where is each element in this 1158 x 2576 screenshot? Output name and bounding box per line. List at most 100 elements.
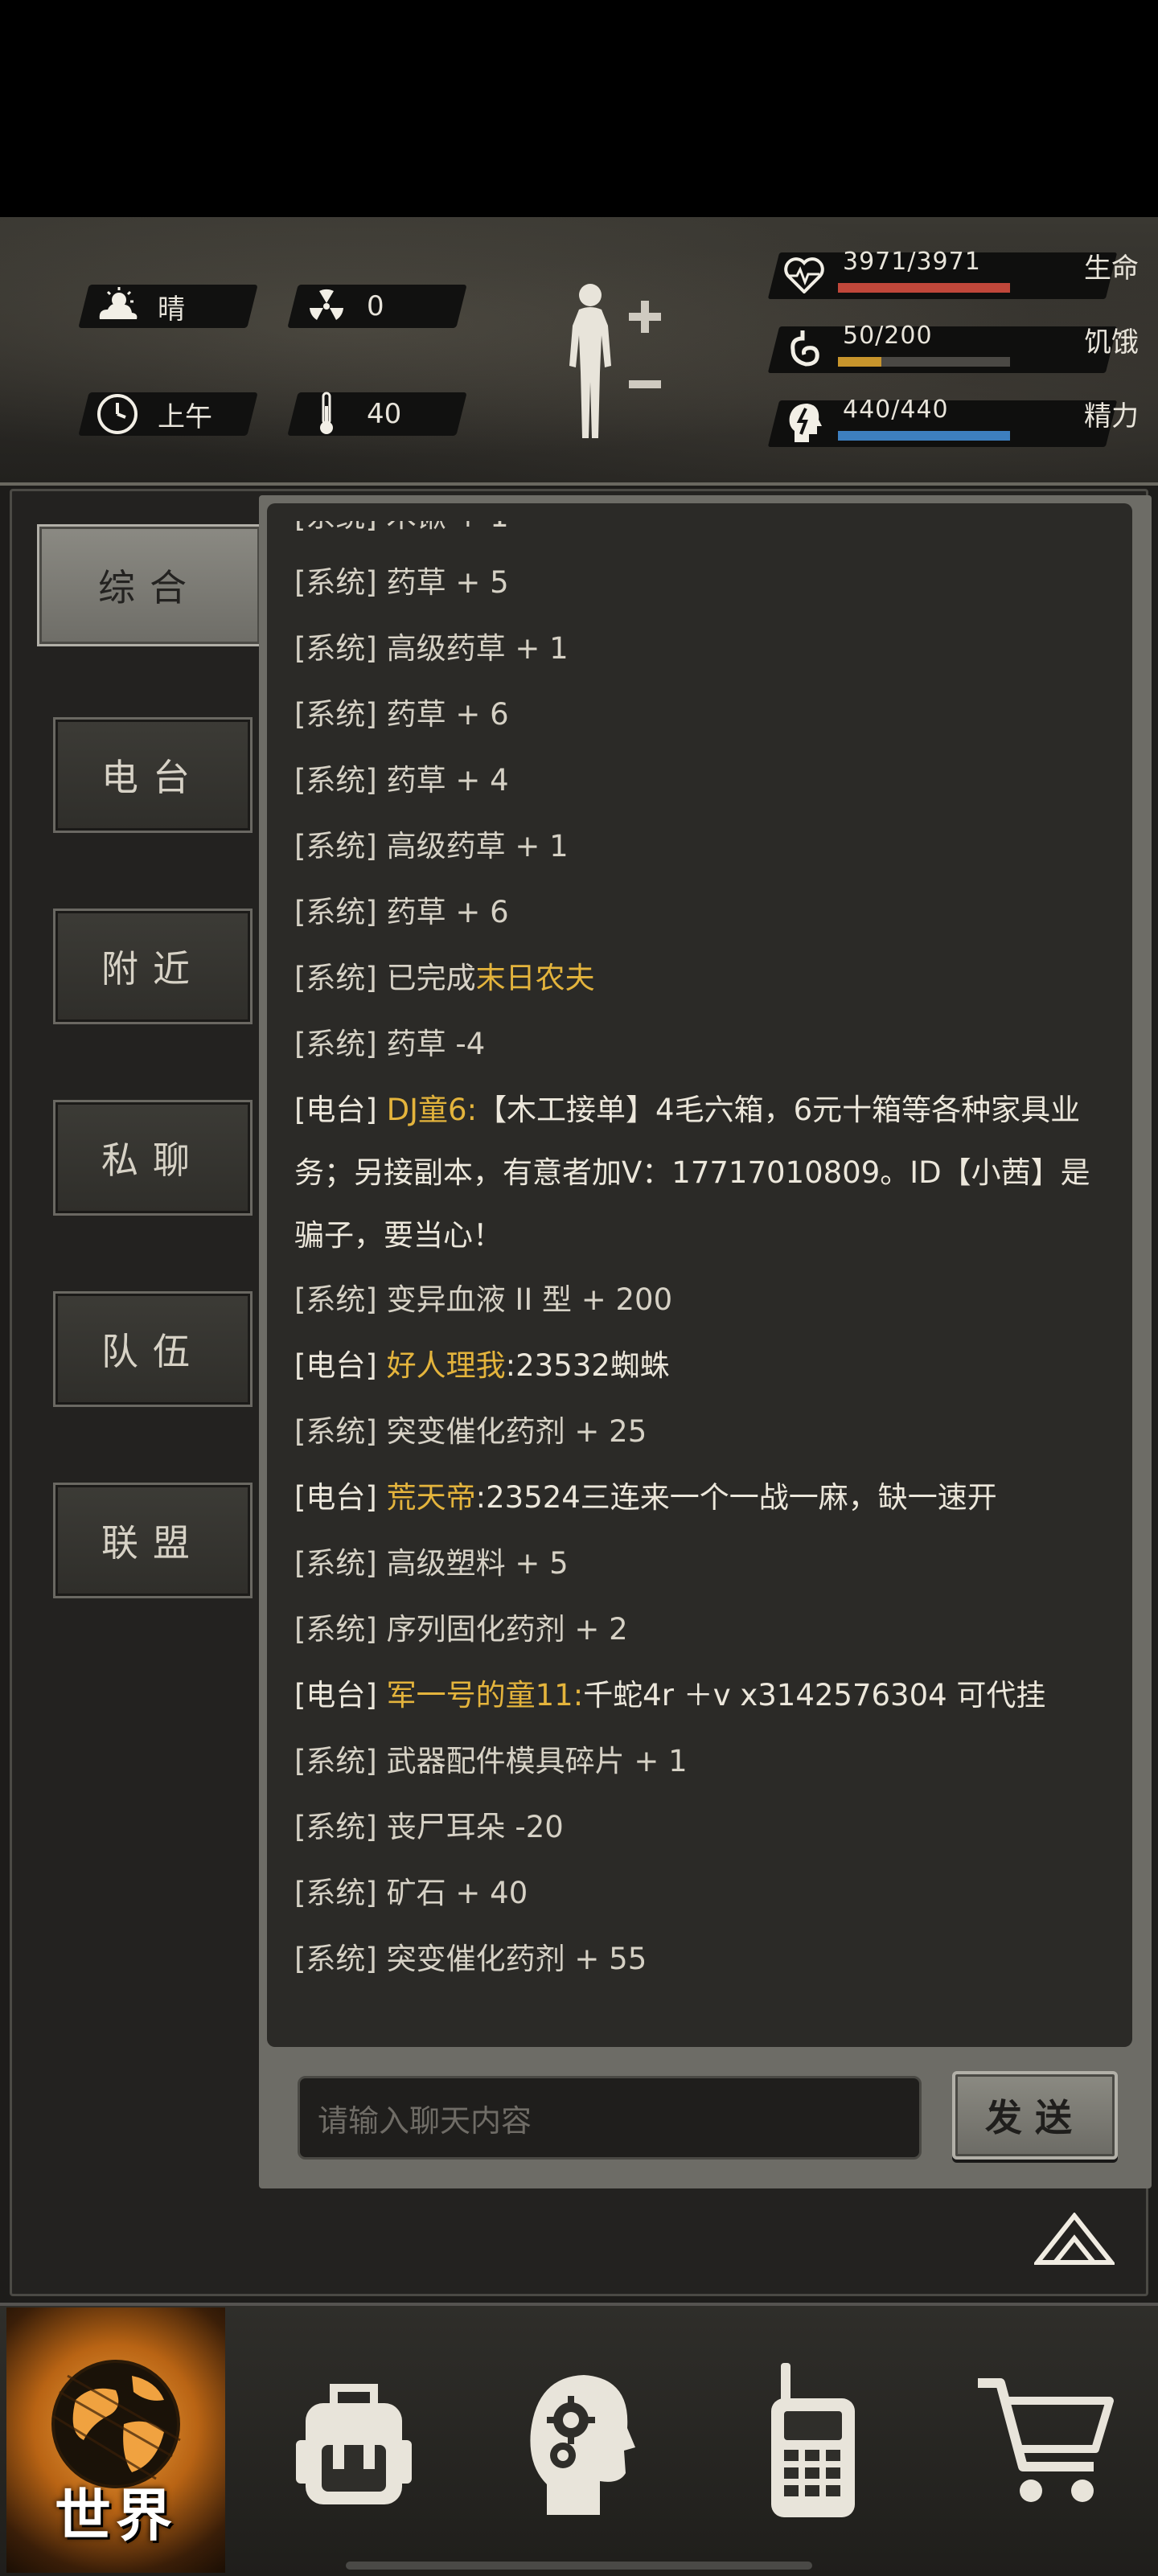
send-button[interactable]: 发送 <box>952 2071 1118 2160</box>
tab-alliance[interactable]: 联盟 <box>53 1483 253 1598</box>
backpack-icon <box>296 2384 412 2504</box>
message-text: 药草 + 4 <box>386 763 509 798</box>
message-text: 矿石 + 40 <box>386 1876 528 1910</box>
message-tag: [系统] <box>294 1810 377 1844</box>
message-tag: [系统] <box>294 961 377 995</box>
chat-message: [系统] 高级药草 + 1 <box>294 616 1115 682</box>
energy-bar <box>838 431 1010 441</box>
nav-backpack-button[interactable] <box>257 2307 450 2573</box>
message-text: :23524三连来一个一战一麻，缺一速开 <box>475 1480 997 1515</box>
tab-team[interactable]: 队伍 <box>53 1291 253 1407</box>
message-text: 高级药草 + 1 <box>386 829 569 863</box>
message-tag: [系统] <box>294 1546 377 1581</box>
chat-message-radio: [电台] DJ童6:【木工接单】4毛六箱，6元十箱等各种家具业务；另接副本，有意… <box>294 1077 1115 1267</box>
health-stat: 3971/3971 生命 <box>767 246 1144 302</box>
message-text: 高级药草 + 1 <box>386 631 569 666</box>
minus-icon <box>629 380 661 388</box>
energy-value: 440/440 <box>843 396 949 424</box>
message-text: 药草 + 5 <box>386 565 509 600</box>
message-tag: [系统] <box>294 763 377 798</box>
hunger-bar-fill <box>838 357 881 367</box>
chat-message: [系统] 矿石 + 40 <box>294 1860 1115 1926</box>
message-text: 丧尸耳朵 -20 <box>386 1810 564 1844</box>
stomach-icon <box>782 325 827 373</box>
quest-name-highlight[interactable]: 末日农夫 <box>476 961 595 995</box>
sender-name[interactable]: 荒天帝 <box>387 1480 476 1515</box>
health-bar <box>838 283 1010 293</box>
message-text: 突变催化药剂 + 25 <box>386 1414 647 1449</box>
message-text: 武器配件模具碎片 + 1 <box>386 1744 688 1778</box>
message-tag: [系统] <box>294 1414 377 1449</box>
message-text: 高级塑料 + 5 <box>386 1546 569 1581</box>
tab-general[interactable]: 综合 <box>37 524 262 646</box>
chat-message-radio: [电台] 军一号的童11:千蛇4r ＋v x3142576304 可代挂 <box>294 1663 1115 1729</box>
chat-message: [系统] 药草 + 6 <box>294 880 1115 945</box>
sender-name[interactable]: DJ童6: <box>387 1093 477 1127</box>
temperature-value: 40 <box>367 398 402 430</box>
message-text: 木锹 + 1 <box>387 521 509 534</box>
health-value: 3971/3971 <box>843 248 981 276</box>
nav-shop-button[interactable] <box>949 2307 1142 2573</box>
health-label: 生命 <box>1084 252 1139 285</box>
chat-message: [系统] 药草 + 5 <box>294 550 1115 616</box>
radiation-icon <box>304 284 349 329</box>
shopping-cart-icon <box>978 2378 1114 2502</box>
message-tag: [系统] <box>294 1612 377 1647</box>
tab-nearby[interactable]: 附近 <box>53 909 253 1024</box>
hunger-stat: 50/200 饥饿 <box>767 320 1144 376</box>
weather-label: 晴 <box>158 293 185 326</box>
chat-log[interactable]: [系统] 木锹 + 1 [系统] 药草 + 5 [系统] 高级药草 + 1 [系… <box>294 521 1115 2032</box>
heart-pulse-icon <box>782 251 827 299</box>
tab-radio[interactable]: 电台 <box>53 717 253 833</box>
message-text: 突变催化药剂 + 55 <box>386 1942 647 1976</box>
time-chip: 上午 <box>95 392 212 436</box>
nav-world-button[interactable]: 世界 <box>6 2307 225 2573</box>
thermometer-icon <box>304 392 349 437</box>
message-tag: [系统] <box>294 1744 377 1778</box>
message-text: :23532蜘蛛 <box>505 1348 670 1383</box>
chat-message: [系统] 丧尸耳朵 -20 <box>294 1795 1115 1860</box>
chat-message: [系统] 变异血液 II 型 + 200 <box>294 1267 1115 1333</box>
nav-world-label: 世界 <box>55 2483 177 2549</box>
message-tag: [系统] <box>294 1876 377 1910</box>
chat-message-radio: [电台] 荒天帝:23524三连来一个一战一麻，缺一速开 <box>294 1465 1115 1531</box>
sender-name[interactable]: 军一号的童11: <box>387 1678 584 1713</box>
tab-private[interactable]: 私聊 <box>53 1100 253 1216</box>
message-text: 已完成 <box>386 961 476 995</box>
nav-radio-button[interactable] <box>716 2307 909 2573</box>
message-tag: [电台] <box>294 1348 377 1383</box>
hunger-label: 饥饿 <box>1084 326 1139 359</box>
status-bar-area <box>0 0 1158 217</box>
message-tag: [电台] <box>294 1093 377 1127</box>
message-tag: [系统] <box>294 1942 377 1976</box>
message-tag: [系统] <box>294 895 377 929</box>
message-tag: [系统] <box>294 1027 377 1061</box>
nav-skills-button[interactable] <box>482 2307 676 2573</box>
message-text: 药草 -4 <box>386 1027 486 1061</box>
health-bar-fill <box>838 283 1010 293</box>
message-text: 千蛇4r ＋v x3142576304 可代挂 <box>583 1678 1046 1713</box>
chat-message: [系统] 木锹 + 1 <box>294 521 1115 550</box>
body-status-button[interactable] <box>555 277 667 450</box>
sender-name[interactable]: 好人理我 <box>387 1348 506 1383</box>
message-text: 药草 + 6 <box>386 697 509 732</box>
chat-message: [系统] 武器配件模具碎片 + 1 <box>294 1729 1115 1795</box>
energy-bar-fill <box>838 431 1010 441</box>
home-indicator[interactable] <box>346 2562 812 2570</box>
message-text: 变异血液 II 型 + 200 <box>386 1282 673 1317</box>
energy-label: 精力 <box>1084 400 1139 433</box>
chat-message: [系统] 药草 -4 <box>294 1011 1115 1077</box>
message-tag: [系统] <box>294 565 377 600</box>
chat-message: [系统] 药草 + 4 <box>294 748 1115 814</box>
message-tag: [系统] <box>294 631 377 666</box>
radiation-chip: 0 <box>304 285 384 328</box>
message-tag: [电台] <box>294 1480 377 1515</box>
chat-message: [系统] 突变催化药剂 + 25 <box>294 1399 1115 1465</box>
chat-message: [系统] 突变催化药剂 + 55 <box>294 1926 1115 1992</box>
message-tag: [系统] <box>294 697 377 732</box>
chat-input[interactable]: 请输入聊天内容 <box>298 2076 922 2160</box>
plus-icon <box>629 301 661 333</box>
cloud-sun-icon <box>95 284 140 329</box>
chat-message: [系统] 高级药草 + 1 <box>294 814 1115 880</box>
collapse-chevron-up-icon[interactable] <box>1034 2213 1115 2269</box>
